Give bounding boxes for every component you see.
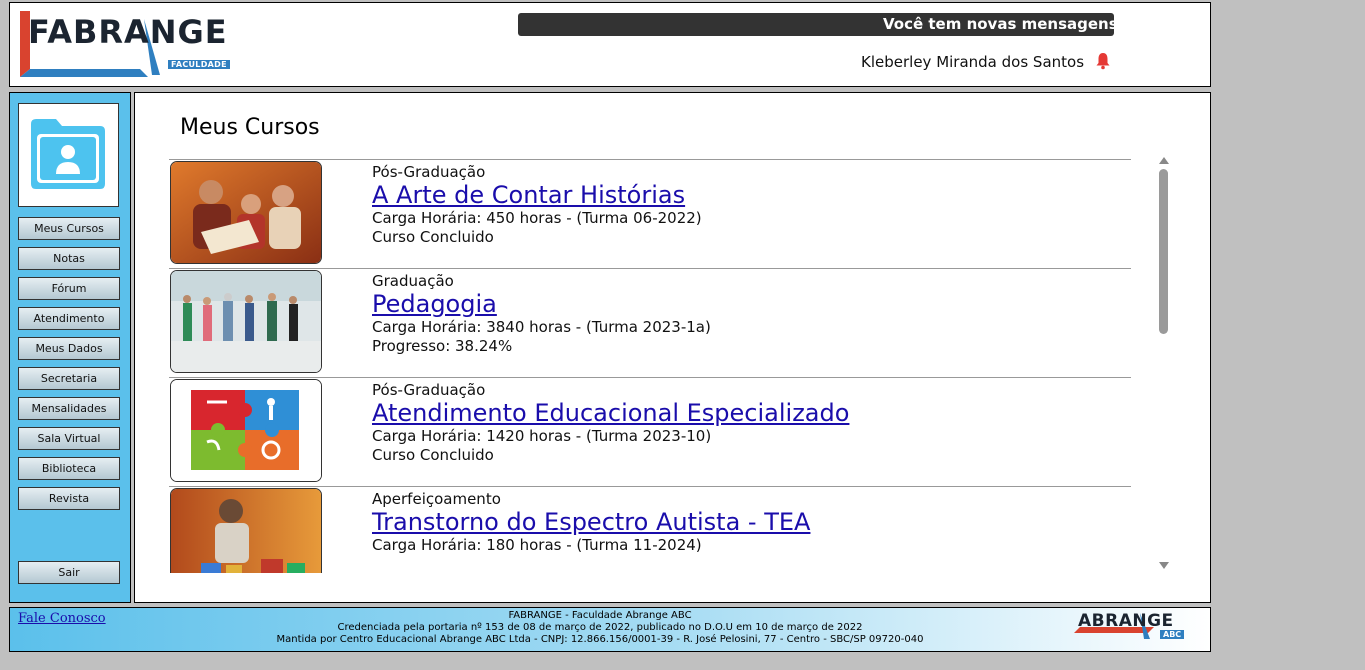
abrange-logo: ABRANGE ABC [1074,611,1196,641]
course-level: Aperfeiçoamento [372,490,501,508]
scrollbar[interactable] [1157,157,1171,569]
fabrange-logo[interactable]: FABRANGE FACULDADE [20,9,230,79]
scroll-down-arrow-icon[interactable] [1159,562,1169,569]
footer-info: FABRANGE - Faculdade Abrange ABC Credenc… [160,610,1040,646]
marquee-text: Você tem novas mensagens [883,15,1114,33]
course-item: Graduação Pedagogia Carga Horária: 3840 … [169,268,1131,378]
course-level: Pós-Graduação [372,381,486,399]
course-list[interactable]: Pós-Graduação A Arte de Contar Histórias… [169,159,1131,573]
contact-link[interactable]: Fale Conosco [18,611,106,626]
nav-secretaria[interactable]: Secretaria [18,367,120,390]
course-title-link[interactable]: Atendimento Educacional Especializado [372,399,849,427]
course-level: Pós-Graduação [372,163,486,181]
nav-biblioteca[interactable]: Biblioteca [18,457,120,480]
course-hours: Carga Horária: 3840 horas - (Turma 2023-… [372,318,711,336]
abrange-wordmark: ABRANGE [1078,611,1174,631]
course-hours: Carga Horária: 1420 horas - (Turma 2023-… [372,427,712,445]
user-folder-icon [31,119,105,189]
course-status: Progresso: 38.24% [372,337,513,355]
main-content: Meus Cursos Pós-Graduação A Arte de Cont… [134,92,1211,603]
course-hours: Carga Horária: 450 horas - (Turma 06-202… [372,209,702,227]
footer-line-3: Mantida por Centro Educacional Abrange A… [276,634,924,645]
course-title-link[interactable]: A Arte de Contar Histórias [372,181,685,209]
course-title-link[interactable]: Pedagogia [372,290,497,318]
abrange-subtitle: ABC [1160,630,1185,639]
course-item: Aperfeiçoamento Transtorno do Espectro A… [169,486,1131,573]
nav-sala-virtual[interactable]: Sala Virtual [18,427,120,450]
footer: Fale Conosco FABRANGE - Faculdade Abrang… [9,607,1211,652]
nav-meus-dados[interactable]: Meus Dados [18,337,120,360]
nav-notas[interactable]: Notas [18,247,120,270]
course-item: Pós-Graduação Atendimento Educacional Es… [169,377,1131,487]
nav-atendimento[interactable]: Atendimento [18,307,120,330]
course-thumbnail[interactable] [170,379,322,482]
page-title: Meus Cursos [180,115,320,140]
bell-icon[interactable] [1095,52,1111,70]
nav-revista[interactable]: Revista [18,487,120,510]
logo-wordmark: FABRANGE [28,13,228,51]
sidebar: Meus Cursos Notas Fórum Atendimento Meus… [9,92,131,603]
course-title-link[interactable]: Transtorno do Espectro Autista - TEA [372,508,810,536]
messages-marquee[interactable]: Você tem novas mensagens [518,13,1114,36]
family-reading-image [171,162,321,263]
logo-subtitle: FACULDADE [168,60,230,69]
nav-meus-cursos[interactable]: Meus Cursos [18,217,120,240]
course-level: Graduação [372,272,454,290]
course-thumbnail[interactable] [170,488,322,573]
footer-line-2: Credenciada pela portaria nº 153 de 08 d… [337,622,863,633]
child-playing-blocks-image [171,489,321,573]
avatar[interactable] [18,103,119,207]
students-walking-image [171,271,321,372]
logout-button[interactable]: Sair [18,561,120,584]
course-item: Pós-Graduação A Arte de Contar Histórias… [169,159,1131,269]
user-name: Kleberley Miranda dos Santos [861,53,1085,71]
course-thumbnail[interactable] [170,161,322,264]
accessibility-puzzle-image [171,380,321,481]
scroll-thumb[interactable] [1159,169,1168,334]
course-hours: Carga Horária: 180 horas - (Turma 11-202… [372,536,702,554]
course-thumbnail[interactable] [170,270,322,373]
footer-line-1: FABRANGE - Faculdade Abrange ABC [508,610,692,621]
header: FABRANGE FACULDADE Você tem novas mensag… [9,2,1211,87]
nav-forum[interactable]: Fórum [18,277,120,300]
course-status: Curso Concluido [372,228,494,246]
nav-mensalidades[interactable]: Mensalidades [18,397,120,420]
scroll-up-arrow-icon[interactable] [1159,157,1169,164]
course-status: Curso Concluido [372,446,494,464]
